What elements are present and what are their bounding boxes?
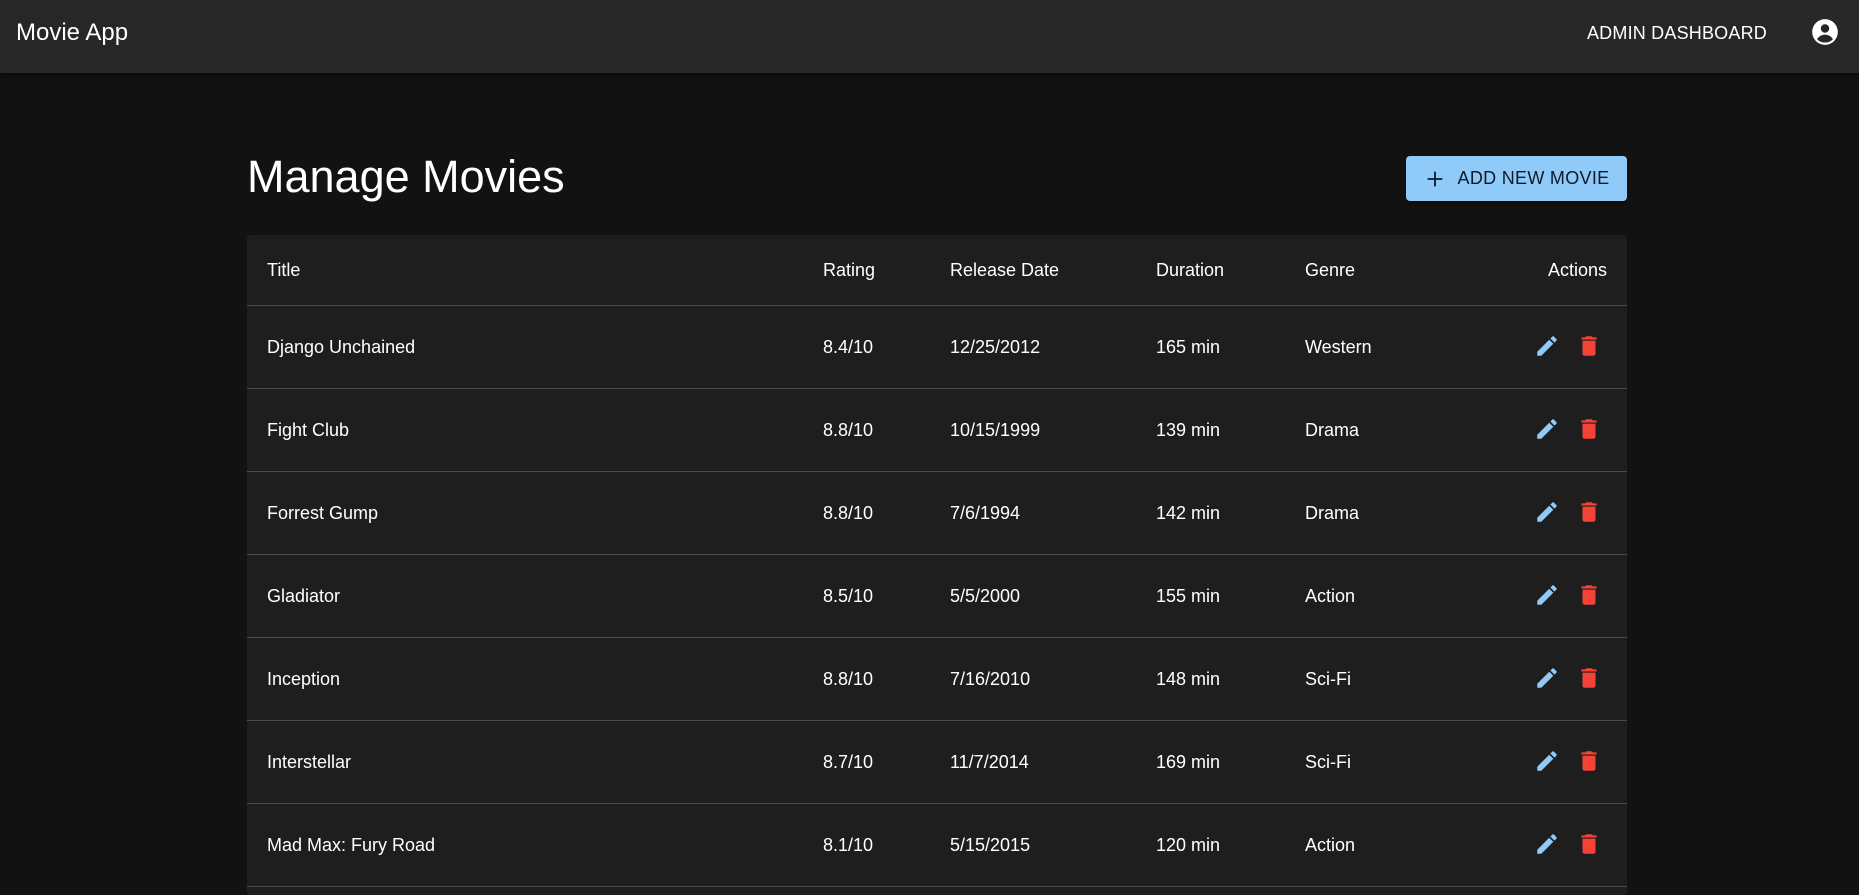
cell-duration: 120 min bbox=[1156, 834, 1221, 855]
row-actions bbox=[1529, 721, 1607, 803]
trash-icon bbox=[1576, 582, 1602, 611]
pencil-icon bbox=[1534, 831, 1560, 860]
table-row: Inception 8.8/10 7/16/2010 148 min Sci-Fi bbox=[247, 638, 1627, 721]
header-actions: Actions bbox=[1547, 259, 1607, 280]
cell-title: Mad Max: Fury Road bbox=[267, 834, 436, 855]
edit-button[interactable] bbox=[1529, 329, 1565, 365]
header-duration: Duration bbox=[1156, 259, 1225, 280]
trash-icon bbox=[1576, 748, 1602, 777]
cell-release-date: 12/25/2012 bbox=[950, 336, 1041, 357]
edit-button[interactable] bbox=[1529, 827, 1565, 863]
cell-title: Gladiator bbox=[267, 585, 341, 606]
table-header-row: Title Rating Release Date Duration Genre… bbox=[247, 235, 1627, 306]
cell-title: Interstellar bbox=[267, 751, 352, 772]
row-actions bbox=[1529, 389, 1607, 471]
movies-table: Title Rating Release Date Duration Genre… bbox=[247, 235, 1627, 895]
delete-button[interactable] bbox=[1571, 661, 1607, 697]
cell-title: Inception bbox=[267, 668, 341, 689]
cell-genre: Action bbox=[1305, 834, 1356, 855]
pencil-icon bbox=[1534, 333, 1560, 362]
edit-button[interactable] bbox=[1529, 661, 1565, 697]
app-bar: Movie App ADMIN DASHBOARD bbox=[0, 0, 1859, 73]
cell-release-date: 7/6/1994 bbox=[950, 502, 1021, 523]
cell-genre: Drama bbox=[1305, 419, 1360, 440]
add-new-movie-button[interactable]: ADD NEW MOVIE bbox=[1406, 156, 1627, 201]
cell-release-date: 11/7/2014 bbox=[950, 751, 1029, 772]
pencil-icon bbox=[1534, 748, 1560, 777]
cell-genre: Drama bbox=[1305, 502, 1360, 523]
edit-button[interactable] bbox=[1529, 495, 1565, 531]
row-actions bbox=[1529, 638, 1607, 720]
trash-icon bbox=[1576, 499, 1602, 528]
cell-rating: 8.7/10 bbox=[823, 751, 874, 772]
cell-genre: Action bbox=[1305, 585, 1356, 606]
cell-duration: 169 min bbox=[1156, 751, 1221, 772]
cell-title: Forrest Gump bbox=[267, 502, 379, 523]
cell-duration: 165 min bbox=[1156, 336, 1221, 357]
cell-duration: 142 min bbox=[1156, 502, 1221, 523]
edit-button[interactable] bbox=[1529, 578, 1565, 614]
trash-icon bbox=[1576, 333, 1602, 362]
edit-button[interactable] bbox=[1529, 412, 1565, 448]
plus-icon bbox=[1427, 171, 1442, 186]
cell-release-date: 10/15/1999 bbox=[950, 419, 1041, 440]
delete-button[interactable] bbox=[1571, 412, 1607, 448]
cell-release-date: 5/15/2015 bbox=[950, 834, 1031, 855]
delete-button[interactable] bbox=[1571, 495, 1607, 531]
table-row: Interstellar 8.7/10 11/7/2014 169 min Sci-Fi bbox=[247, 721, 1627, 804]
cell-genre: Sci-Fi bbox=[1305, 668, 1351, 689]
cell-rating: 8.4/10 bbox=[823, 336, 874, 357]
delete-button[interactable] bbox=[1571, 329, 1607, 365]
table-row: Forrest Gump 8.8/10 7/6/1994 142 min Drama bbox=[247, 472, 1627, 555]
header-genre: Genre bbox=[1305, 259, 1356, 280]
cell-rating: 8.8/10 bbox=[823, 668, 874, 689]
cell-genre: Western bbox=[1305, 336, 1372, 357]
account-circle-icon[interactable] bbox=[1811, 18, 1839, 46]
admin-dashboard-link[interactable]: ADMIN DASHBOARD bbox=[1587, 21, 1767, 45]
table-body: Django Unchained 8.4/10 12/25/2012 165 min W… bbox=[247, 306, 1627, 887]
table-row: Gladiator 8.5/10 5/5/2000 155 min Action bbox=[247, 555, 1627, 638]
row-actions bbox=[1529, 306, 1607, 388]
table-row: Mad Max: Fury Road 8.1/10 5/15/2015 120 min… bbox=[247, 804, 1627, 887]
row-actions bbox=[1529, 472, 1607, 554]
add-new-movie-label: ADD NEW MOVIE bbox=[1457, 168, 1610, 188]
pencil-icon bbox=[1534, 665, 1560, 694]
row-actions bbox=[1529, 555, 1607, 637]
pencil-icon bbox=[1534, 416, 1560, 445]
cell-rating: 8.8/10 bbox=[823, 419, 874, 440]
pencil-icon bbox=[1534, 582, 1560, 611]
trash-icon bbox=[1576, 831, 1602, 860]
trash-icon bbox=[1576, 665, 1602, 694]
cell-rating: 8.5/10 bbox=[823, 585, 874, 606]
header-title: Title bbox=[267, 259, 301, 280]
delete-button[interactable] bbox=[1571, 578, 1607, 614]
pencil-icon bbox=[1534, 499, 1560, 528]
cell-genre: Sci-Fi bbox=[1305, 751, 1351, 772]
cell-duration: 139 min bbox=[1156, 419, 1221, 440]
cell-title: Django Unchained bbox=[267, 336, 416, 357]
page-title: Manage Movies bbox=[247, 151, 565, 202]
cell-duration: 148 min bbox=[1156, 668, 1221, 689]
delete-button[interactable] bbox=[1571, 827, 1607, 863]
delete-button[interactable] bbox=[1571, 744, 1607, 780]
header-release-date: Release Date bbox=[950, 259, 1060, 280]
cell-rating: 8.1/10 bbox=[823, 834, 874, 855]
header-rating: Rating bbox=[823, 259, 876, 280]
cell-release-date: 5/5/2000 bbox=[950, 585, 1021, 606]
cell-duration: 155 min bbox=[1156, 585, 1221, 606]
table-row: Fight Club 8.8/10 10/15/1999 139 min Drama bbox=[247, 389, 1627, 472]
app-title[interactable]: Movie App bbox=[16, 18, 128, 48]
cell-title: Fight Club bbox=[267, 419, 350, 440]
row-actions bbox=[1529, 804, 1607, 886]
cell-rating: 8.8/10 bbox=[823, 502, 874, 523]
edit-button[interactable] bbox=[1529, 744, 1565, 780]
table-row: Django Unchained 8.4/10 12/25/2012 165 min W… bbox=[247, 306, 1627, 389]
cell-release-date: 7/16/2010 bbox=[950, 668, 1031, 689]
trash-icon bbox=[1576, 416, 1602, 445]
